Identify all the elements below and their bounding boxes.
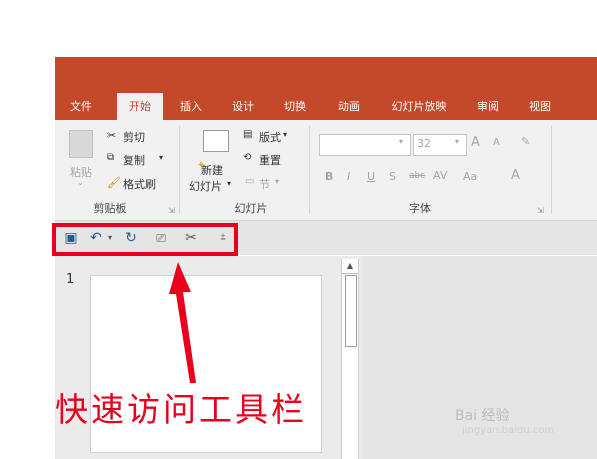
watermark-sub: jingyan.baidu.com xyxy=(462,425,555,436)
annotation-label: 快速访问工具栏 xyxy=(55,390,307,429)
watermark: Bai 经验 xyxy=(455,408,510,424)
